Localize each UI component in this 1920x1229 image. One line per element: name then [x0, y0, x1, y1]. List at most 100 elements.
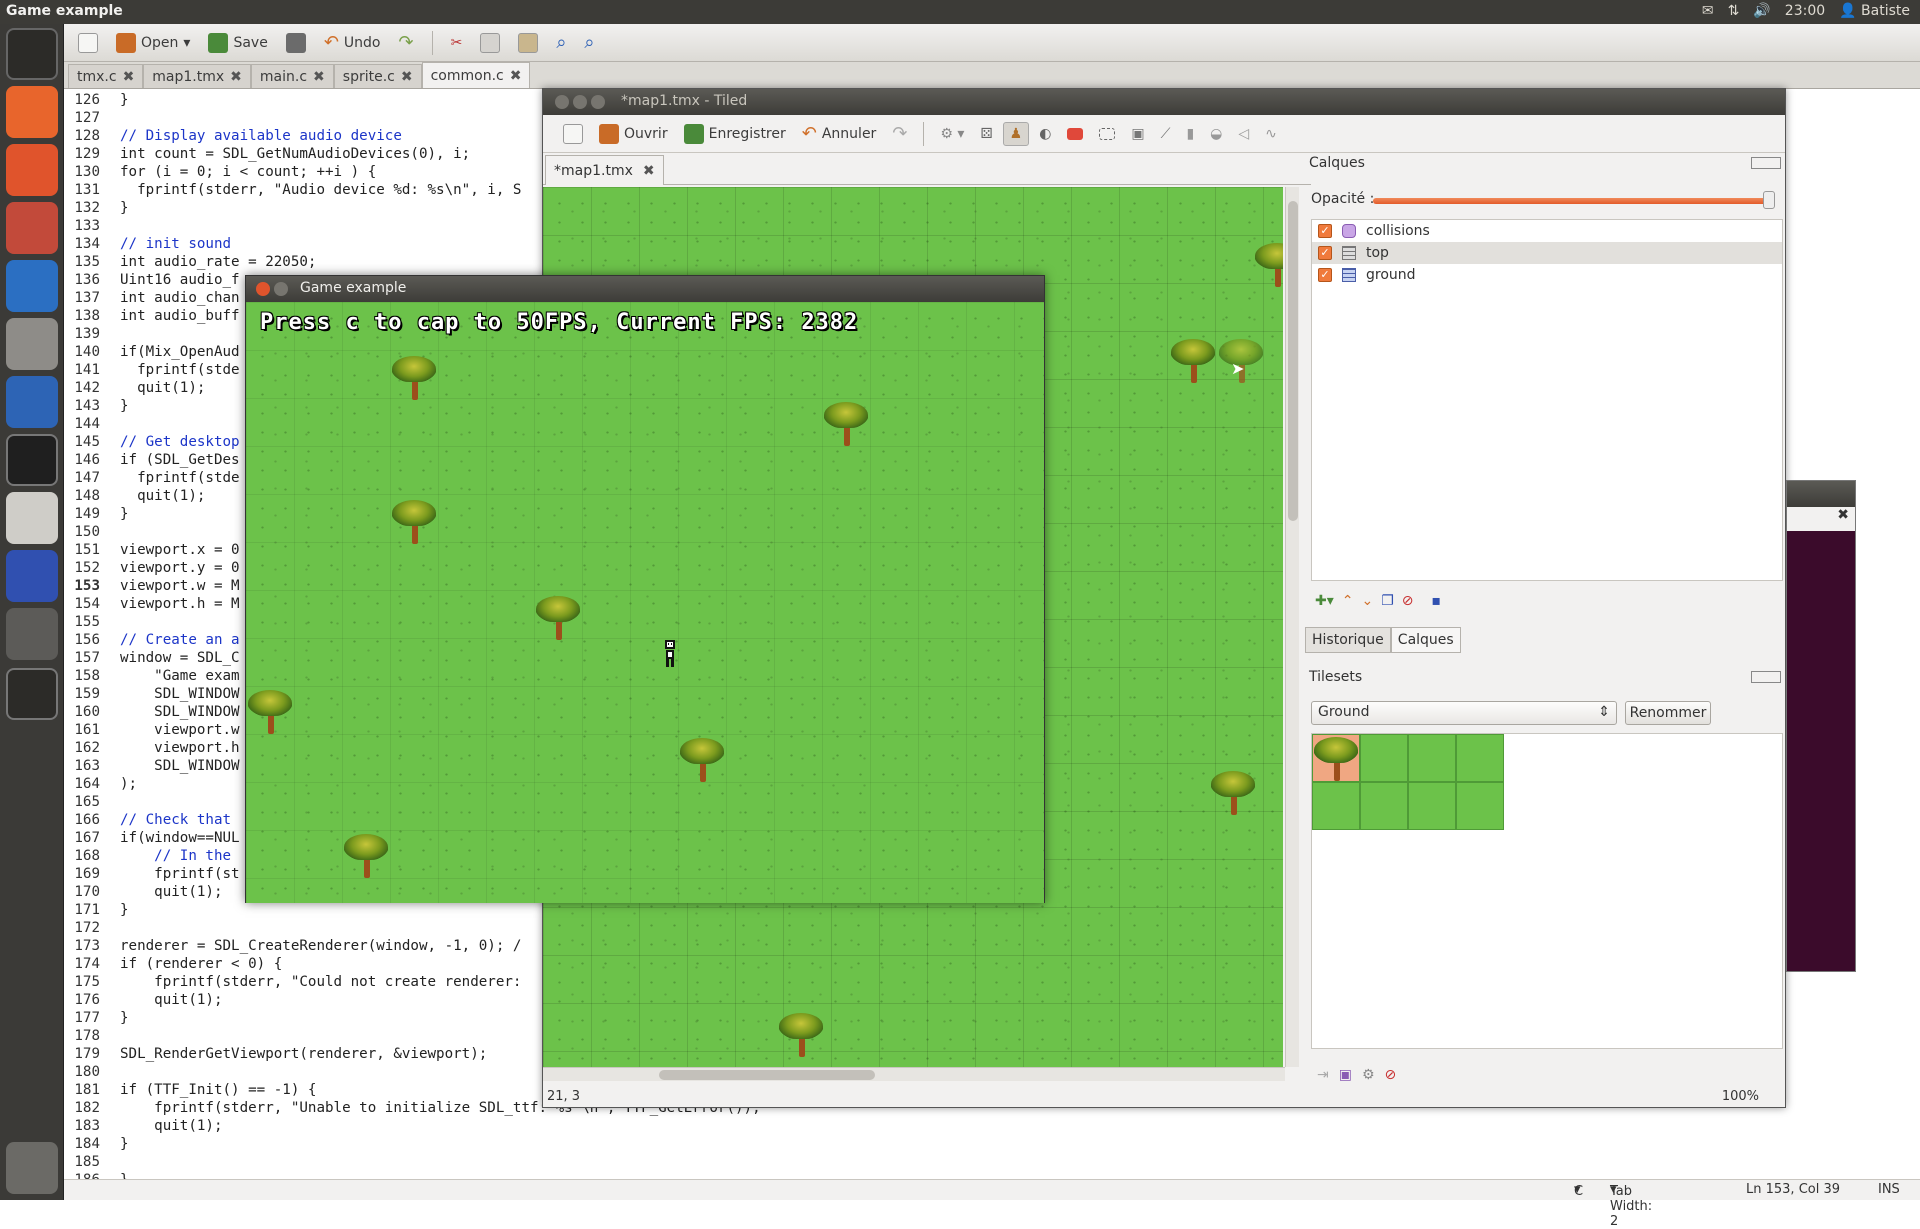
export-tileset-icon[interactable]: ▣ — [1339, 1067, 1352, 1083]
tab-width-selector[interactable]: Tab Width: 2 ▾ — [1610, 1182, 1652, 1229]
opacity-slider-handle[interactable] — [1763, 191, 1775, 209]
tab-main-c[interactable]: main.c ✖ — [250, 64, 334, 88]
panel-float-close-icon[interactable] — [1751, 671, 1781, 683]
open-button[interactable]: Open ▾ — [110, 30, 196, 56]
files-icon[interactable] — [6, 86, 58, 138]
tileset-tile-palm[interactable] — [1312, 734, 1360, 782]
close-icon[interactable]: ✖ — [123, 69, 135, 85]
new-button[interactable] — [72, 30, 104, 56]
cut-button[interactable]: ✂ — [445, 32, 469, 54]
insert-rect-button[interactable]: ▮ — [1180, 123, 1200, 145]
rename-tileset-button[interactable]: Renommer — [1625, 701, 1711, 725]
import-tileset-icon[interactable]: ⇥ — [1317, 1067, 1329, 1083]
raise-layer-icon[interactable]: ⌃ — [1342, 593, 1354, 609]
close-icon[interactable]: ✖ — [230, 69, 242, 85]
lower-layer-icon[interactable]: ⌄ — [1362, 593, 1374, 609]
close-window-button[interactable] — [555, 95, 569, 109]
trash-icon[interactable] — [6, 1142, 58, 1194]
tileset-tile[interactable] — [1408, 782, 1456, 830]
save-button[interactable]: Save — [202, 30, 273, 56]
layer-row-ground[interactable]: ✓ ground — [1312, 264, 1782, 286]
tileset-tile[interactable] — [1360, 782, 1408, 830]
map-horizontal-scrollbar[interactable] — [543, 1067, 1285, 1081]
tileset-tile[interactable] — [1408, 734, 1456, 782]
layer-visibility-checkbox[interactable]: ✓ — [1318, 268, 1332, 282]
close-icon[interactable]: ✖ — [401, 69, 413, 85]
random-button[interactable]: ⚄ — [974, 123, 998, 145]
software-center-icon[interactable] — [6, 144, 58, 196]
minimize-window-button[interactable] — [274, 282, 288, 296]
layer-visibility-checkbox[interactable]: ✓ — [1318, 224, 1332, 238]
insert-ellipse-button[interactable]: ◒ — [1204, 123, 1228, 145]
layer-visibility-checkbox[interactable]: ✓ — [1318, 246, 1332, 260]
network-icon[interactable]: ⇅ — [1728, 3, 1740, 19]
replace-button[interactable]: ⌕ — [578, 29, 600, 56]
copy-button[interactable] — [474, 30, 506, 56]
new-map-button[interactable] — [557, 121, 589, 147]
tab-map1-tmx[interactable]: map1.tmx ✖ — [143, 64, 251, 88]
terminal-window[interactable]: ✖ — [1786, 480, 1856, 972]
layer-row-top[interactable]: ✓ top — [1312, 242, 1782, 264]
stamp-brush-button[interactable]: ♟ — [1002, 121, 1030, 146]
minimize-window-button[interactable] — [573, 95, 587, 109]
tileset-properties-icon[interactable]: ⚙ — [1362, 1067, 1375, 1083]
dash-icon[interactable] — [6, 28, 58, 80]
tileset-tile[interactable] — [1456, 782, 1504, 830]
game-canvas[interactable]: Press c to cap to 50FPS, Current FPS: 23… — [246, 302, 1044, 903]
bucket-fill-button[interactable]: ◐ — [1033, 123, 1057, 145]
add-layer-icon[interactable]: ✚▾ — [1315, 593, 1334, 609]
tab-common-c[interactable]: common.c ✖ — [421, 62, 531, 88]
rect-select-button[interactable] — [1093, 125, 1121, 143]
drop-icon[interactable] — [6, 376, 58, 428]
close-icon[interactable]: ✖ — [313, 69, 325, 85]
tileset-tile[interactable] — [1456, 734, 1504, 782]
tileset-select[interactable]: Ground ⇕ — [1311, 701, 1617, 725]
tileset-tile[interactable] — [1360, 734, 1408, 782]
text-editor-icon[interactable] — [6, 492, 58, 544]
clock[interactable]: 23:00 — [1785, 3, 1825, 19]
help-icon[interactable] — [6, 608, 58, 660]
workspace-switcher-icon[interactable] — [6, 668, 58, 720]
browser-icon[interactable] — [6, 260, 58, 312]
remove-tileset-icon[interactable]: ⊘ — [1385, 1067, 1397, 1083]
panel-float-close-icon[interactable] — [1751, 157, 1781, 169]
undo-map-button[interactable]: ↶ Annuler — [796, 120, 883, 147]
volume-icon[interactable]: 🔊 — [1753, 3, 1770, 19]
close-window-button[interactable] — [256, 282, 270, 296]
duplicate-layer-icon[interactable]: ❐ — [1381, 593, 1394, 609]
insert-polygon-button[interactable]: ◁ — [1232, 123, 1255, 145]
find-button[interactable]: ⌕ — [550, 29, 572, 56]
terminal-icon[interactable] — [6, 434, 58, 486]
settings-icon[interactable] — [6, 202, 58, 254]
undo-button[interactable]: ↶ Undo — [318, 29, 387, 56]
layer-row-collisions[interactable]: ✓ collisions — [1312, 220, 1782, 242]
tab-sprite-c[interactable]: sprite.c ✖ — [333, 64, 422, 88]
maximize-window-button[interactable] — [591, 95, 605, 109]
redo-button[interactable]: ↷ — [392, 29, 419, 56]
close-icon[interactable]: ✖ — [1787, 507, 1855, 531]
tab-layers[interactable]: Calques — [1390, 627, 1461, 653]
close-icon[interactable]: ✖ — [510, 68, 522, 84]
command-button[interactable]: ⚙ ▾ — [934, 123, 970, 145]
tab-history[interactable]: Historique — [1305, 627, 1391, 653]
scroll-thumb[interactable] — [659, 1070, 875, 1080]
scroll-thumb[interactable] — [1288, 201, 1298, 521]
language-selector[interactable]: C ▾ — [1574, 1182, 1583, 1199]
open-map-button[interactable]: Ouvrir — [593, 121, 674, 147]
paste-button[interactable] — [512, 30, 544, 56]
print-button[interactable] — [280, 30, 312, 56]
tab-tmx-c[interactable]: tmx.c ✖ — [68, 64, 144, 88]
close-icon[interactable]: ✖ — [643, 163, 655, 179]
tab-map1[interactable]: *map1.tmx ✖ — [545, 155, 664, 185]
eraser-button[interactable] — [1061, 125, 1089, 143]
remove-layer-icon[interactable]: ⊘ — [1402, 593, 1414, 609]
select-objects-button[interactable]: ▣ — [1125, 123, 1150, 145]
user-menu[interactable]: 👤 Batiste — [1839, 3, 1910, 19]
edit-polygons-button[interactable]: ⟋ — [1155, 123, 1177, 145]
redo-map-button[interactable]: ↷ — [886, 120, 913, 147]
save-map-button[interactable]: Enregistrer — [678, 121, 792, 147]
tileset-tile[interactable] — [1312, 782, 1360, 830]
opacity-slider[interactable] — [1373, 198, 1769, 204]
insert-polyline-button[interactable]: ∿ — [1259, 123, 1283, 145]
map-vertical-scrollbar[interactable] — [1285, 187, 1299, 1067]
